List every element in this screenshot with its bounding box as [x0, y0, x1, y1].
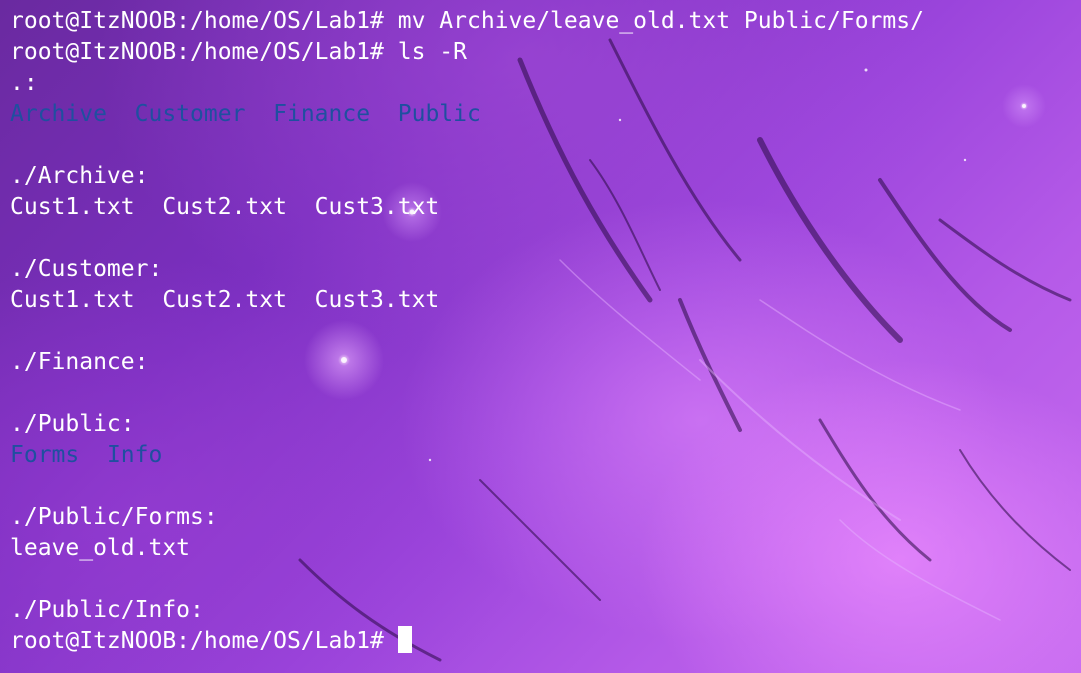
directory-entry: Public: [397, 101, 481, 127]
file-entry: Cust3.txt: [314, 194, 440, 220]
directory-header: ./Archive:: [10, 163, 149, 189]
command-text: mv Archive/leave_old.txt Public/Forms/: [397, 8, 924, 34]
active-prompt-line: root@ItzNOOB:/home/OS/Lab1#: [10, 626, 1081, 657]
directory-entry: Archive: [10, 101, 107, 127]
directory-header: ./Public/Forms:: [10, 504, 218, 530]
directory-header: ./Customer:: [10, 256, 163, 282]
file-entry: leave_old.txt: [10, 535, 191, 561]
shell-prompt: root@ItzNOOB:/home/OS/Lab1#: [10, 628, 398, 654]
terminal-output[interactable]: root@ItzNOOB:/home/OS/Lab1# mv Archive/l…: [10, 6, 1081, 657]
directory-header: .:: [10, 70, 38, 96]
file-listing: Cust1.txt Cust2.txt Cust3.txt: [10, 192, 1081, 223]
directory-listing: Forms Info: [10, 440, 1081, 471]
command-line: root@ItzNOOB:/home/OS/Lab1# ls -R: [10, 37, 1081, 68]
file-entry: Cust2.txt: [162, 194, 287, 220]
text-cursor[interactable]: [397, 626, 412, 653]
directory-header: ./Public/Info:: [10, 597, 204, 623]
shell-prompt: root@ItzNOOB:/home/OS/Lab1#: [10, 8, 398, 34]
directory-entry: Finance: [273, 101, 371, 127]
directory-entry: Customer: [134, 101, 246, 127]
shell-prompt: root@ItzNOOB:/home/OS/Lab1#: [10, 39, 398, 65]
command-line: root@ItzNOOB:/home/OS/Lab1# mv Archive/l…: [10, 6, 1081, 37]
directory-listing: Archive Customer Finance Public: [10, 99, 1081, 130]
file-entry: Cust1.txt: [10, 287, 135, 313]
file-entry: Cust2.txt: [162, 287, 287, 313]
file-entry: Cust1.txt: [10, 194, 135, 220]
directory-header: ./Finance:: [10, 349, 149, 375]
file-entry: Cust3.txt: [314, 287, 440, 313]
directory-header: ./Public:: [10, 411, 135, 437]
directory-entry: Info: [106, 442, 163, 468]
file-listing: leave_old.txt: [10, 533, 1081, 564]
command-text: ls -R: [397, 39, 467, 65]
file-listing: Cust1.txt Cust2.txt Cust3.txt: [10, 285, 1081, 316]
directory-entry: Forms: [10, 442, 80, 468]
